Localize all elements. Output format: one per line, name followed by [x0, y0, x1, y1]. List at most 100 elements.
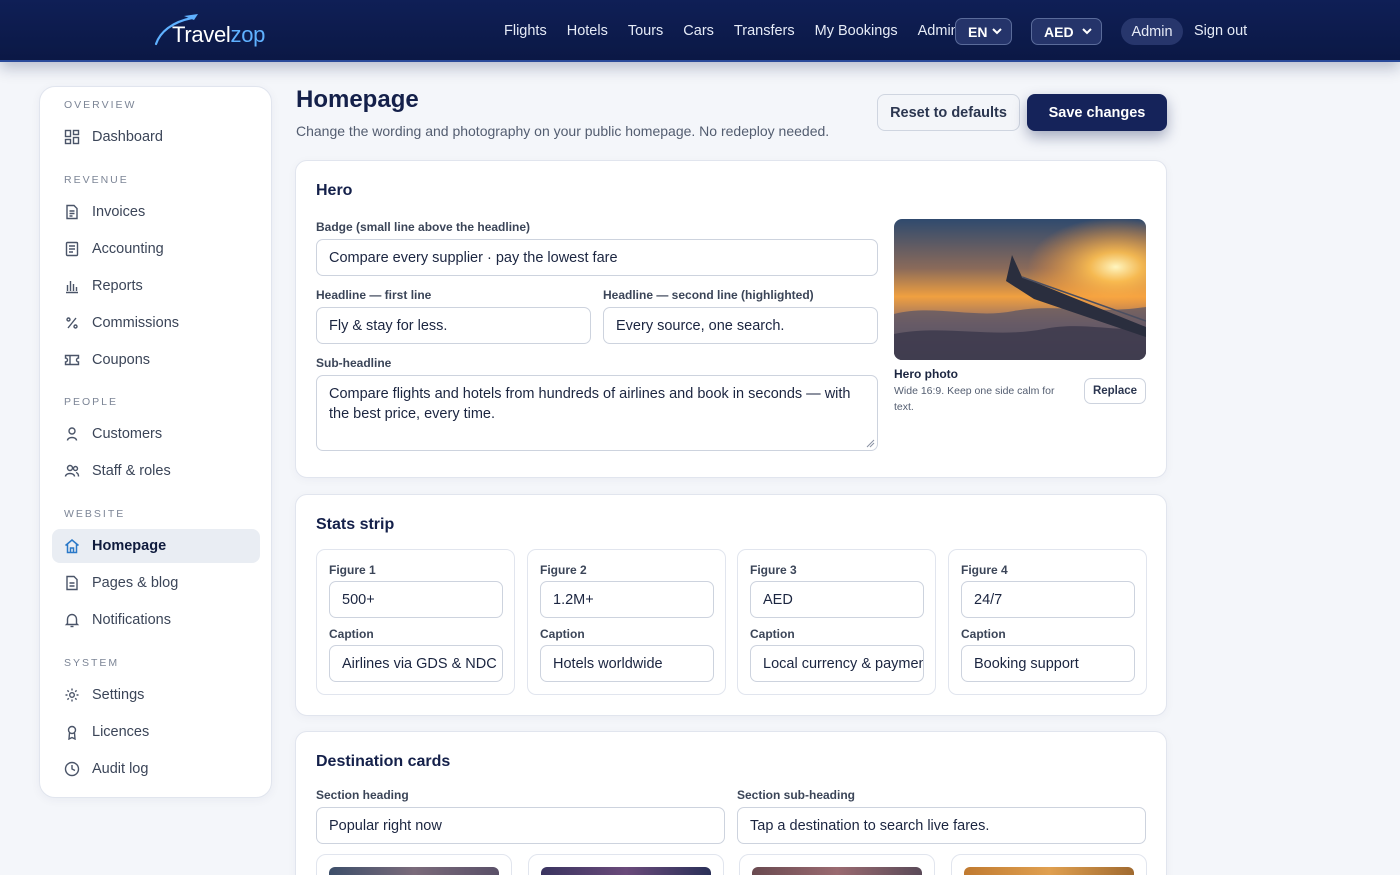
nav-link-transfers[interactable]: Transfers — [734, 23, 795, 39]
stat-figure-3: Figure 3 AED Caption Local currency & pa… — [737, 549, 936, 695]
sidebar-item-label: Reports — [92, 278, 143, 294]
sidebar-item-label: Settings — [92, 687, 145, 703]
chevron-down-icon — [1082, 28, 1092, 35]
currency-value: AED — [1044, 23, 1074, 40]
caption-label: Caption — [329, 627, 374, 641]
invoice-icon — [64, 204, 80, 220]
sidebar-item-homepage[interactable]: Homepage — [52, 529, 260, 563]
nav-link-flights[interactable]: Flights — [504, 23, 547, 39]
stat-figure-2: Figure 2 1.2M+ Caption Hotels worldwide — [527, 549, 726, 695]
sidebar-item-label: Staff & roles — [92, 463, 171, 479]
grid-icon — [64, 129, 80, 145]
top-navbar: Travelzop Flights Hotels Tours Cars Tran… — [0, 0, 1400, 62]
chevron-down-icon — [992, 28, 1002, 35]
nav-link-hotels[interactable]: Hotels — [567, 23, 608, 39]
badge-input[interactable]: Compare every supplier · pay the lowest … — [316, 239, 878, 276]
sidebar-section-people: People — [64, 396, 119, 408]
bell-icon — [64, 612, 80, 628]
bar-chart-icon — [64, 278, 80, 294]
user-icon — [64, 426, 80, 442]
figure-label: Figure 3 — [750, 563, 797, 577]
clock-icon — [64, 761, 80, 777]
gear-icon — [64, 687, 80, 703]
reset-to-defaults-button[interactable]: Reset to defaults — [877, 94, 1020, 131]
language-select[interactable]: EN — [955, 18, 1012, 45]
section-subheading-label: Section sub-heading — [737, 788, 856, 802]
headline-first-label: Headline — first line — [316, 288, 432, 302]
caption-label: Caption — [540, 627, 585, 641]
sidebar-item-staff-roles[interactable]: Staff & roles — [52, 454, 260, 488]
hero-card-title: Hero — [316, 182, 353, 199]
caption-input[interactable]: Airlines via GDS & NDC — [329, 645, 503, 682]
nav-link-admin[interactable]: Admin — [918, 23, 959, 39]
sidebar-section-website: Website — [64, 508, 126, 520]
caption-input[interactable]: Booking support — [961, 645, 1135, 682]
figure-value-input[interactable]: 1.2M+ — [540, 581, 714, 618]
resize-handle-icon[interactable] — [866, 439, 875, 448]
subheadline-textarea[interactable]: Compare flights and hotels from hundreds… — [316, 375, 878, 451]
save-changes-button[interactable]: Save changes — [1027, 94, 1167, 131]
hero-card: Hero Badge (small line above the headlin… — [295, 160, 1167, 478]
headline-second-input[interactable]: Every source, one search. — [603, 307, 878, 344]
stat-figure-1: Figure 1 500+ Caption Airlines via GDS &… — [316, 549, 515, 695]
sidebar-item-customers[interactable]: Customers — [52, 417, 260, 451]
sidebar-item-label: Accounting — [92, 241, 164, 257]
figure-label: Figure 1 — [329, 563, 376, 577]
sidebar-item-pages-blog[interactable]: Pages & blog — [52, 566, 260, 600]
nav-link-tours[interactable]: Tours — [628, 23, 663, 39]
figure-value-input[interactable]: 500+ — [329, 581, 503, 618]
sidebar-item-invoices[interactable]: Invoices — [52, 195, 260, 229]
percent-icon — [64, 315, 80, 331]
currency-select[interactable]: AED — [1031, 18, 1102, 45]
sign-out-link[interactable]: Sign out — [1194, 23, 1247, 39]
stats-strip-card: Stats strip Figure 1 500+ Caption Airlin… — [295, 494, 1167, 716]
admin-sidebar: Overview Dashboard Revenue Invoices Acco… — [39, 86, 272, 798]
sidebar-item-commissions[interactable]: Commissions — [52, 306, 260, 340]
subheadline-text: Compare flights and hotels from hundreds… — [329, 386, 851, 422]
figure-value-input[interactable]: 24/7 — [961, 581, 1135, 618]
destination-card[interactable] — [739, 854, 935, 875]
ticket-icon — [64, 352, 80, 368]
sidebar-item-notifications[interactable]: Notifications — [52, 603, 260, 637]
sidebar-item-coupons[interactable]: Coupons — [52, 343, 260, 377]
user-menu-button[interactable]: Admin — [1121, 18, 1183, 45]
page-subtitle: Change the wording and photography on yo… — [296, 123, 830, 139]
section-heading-label: Section heading — [316, 788, 409, 802]
sidebar-item-licences[interactable]: Licences — [52, 715, 260, 749]
destination-card[interactable] — [951, 854, 1147, 875]
nav-link-cars[interactable]: Cars — [683, 23, 714, 39]
sidebar-section-overview: Overview — [64, 99, 137, 111]
destination-image — [329, 867, 499, 875]
award-icon — [64, 724, 80, 740]
destination-card[interactable] — [316, 854, 512, 875]
subheadline-label: Sub-headline — [316, 356, 392, 370]
sidebar-item-label: Notifications — [92, 612, 171, 628]
sidebar-item-reports[interactable]: Reports — [52, 269, 260, 303]
document-icon — [64, 575, 80, 591]
section-heading-input[interactable]: Popular right now — [316, 807, 725, 844]
users-icon — [64, 463, 80, 479]
main-nav: Flights Hotels Tours Cars Transfers My B… — [504, 0, 979, 62]
section-subheading-input[interactable]: Tap a destination to search live fares. — [737, 807, 1146, 844]
brand-logo[interactable]: Travelzop — [154, 14, 265, 48]
sidebar-item-settings[interactable]: Settings — [52, 678, 260, 712]
nav-link-my-bookings[interactable]: My Bookings — [815, 23, 898, 39]
stats-card-title: Stats strip — [316, 516, 395, 533]
replace-photo-button[interactable]: Replace — [1084, 378, 1146, 404]
destination-image — [752, 867, 922, 875]
sidebar-item-dashboard[interactable]: Dashboard — [52, 120, 260, 154]
caption-input[interactable]: Local currency & payments — [750, 645, 924, 682]
caption-label: Caption — [750, 627, 795, 641]
destination-card[interactable] — [528, 854, 724, 875]
sidebar-item-audit-log[interactable]: Audit log — [52, 752, 260, 786]
caption-input[interactable]: Hotels worldwide — [540, 645, 714, 682]
figure-value-input[interactable]: AED — [750, 581, 924, 618]
headline-first-input[interactable]: Fly & stay for less. — [316, 307, 591, 344]
language-value: EN — [968, 23, 988, 40]
home-icon — [64, 538, 80, 554]
sidebar-item-accounting[interactable]: Accounting — [52, 232, 260, 266]
sidebar-section-revenue: Revenue — [64, 174, 129, 186]
ledger-icon — [64, 241, 80, 257]
sidebar-item-label: Invoices — [92, 204, 146, 220]
sidebar-section-system: System — [64, 657, 120, 669]
